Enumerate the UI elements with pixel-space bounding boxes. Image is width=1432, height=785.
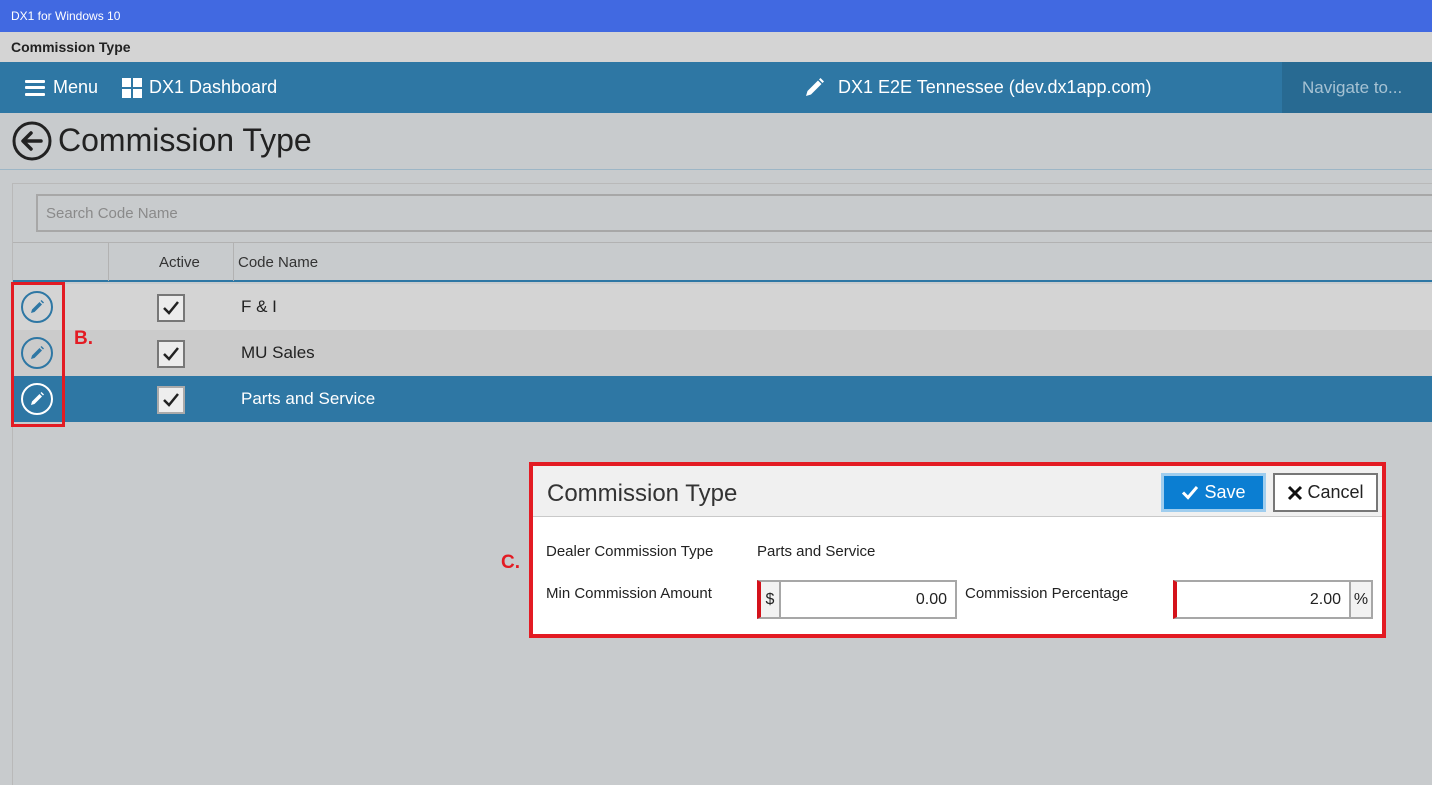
code-name-cell: Parts and Service	[241, 389, 376, 408]
page-tab-title: Commission Type	[11, 39, 131, 55]
annotation-box-b	[11, 282, 65, 427]
table-header: Active Code Name	[13, 242, 1432, 282]
check-icon	[1182, 486, 1199, 500]
navigate-placeholder: Navigate to...	[1302, 77, 1403, 97]
search-input[interactable]	[36, 194, 1432, 232]
dealer-label: DX1 E2E Tennessee (dev.dx1app.com)	[838, 77, 1152, 97]
dialog-header: Commission Type Save Cancel	[533, 466, 1382, 517]
dashboard-button[interactable]: DX1 Dashboard	[122, 62, 277, 113]
active-checkbox[interactable]	[157, 294, 185, 322]
annotation-label-c: C.	[501, 552, 520, 573]
window-titlebar: DX1 for Windows 10	[0, 0, 1432, 32]
page-tab-bar: Commission Type	[0, 32, 1432, 62]
percent-suffix: %	[1349, 582, 1371, 617]
code-name-cell: MU Sales	[241, 343, 315, 362]
hamburger-icon	[25, 79, 45, 96]
column-header-active[interactable]: Active	[159, 254, 200, 271]
save-label: Save	[1204, 482, 1246, 502]
active-checkbox[interactable]	[157, 386, 185, 414]
check-icon	[163, 301, 179, 315]
cancel-label: Cancel	[1307, 482, 1364, 502]
pencil-icon	[803, 77, 825, 99]
min-commission-amount-field[interactable]: $	[757, 580, 957, 619]
commission-percentage-field[interactable]: %	[1173, 580, 1373, 619]
check-icon	[163, 393, 179, 407]
menu-button[interactable]: Menu	[25, 62, 98, 113]
save-button[interactable]: Save	[1161, 473, 1266, 512]
back-arrow-icon	[12, 121, 52, 161]
dealer-selector[interactable]: DX1 E2E Tennessee (dev.dx1app.com)	[803, 62, 1152, 113]
page-title: Commission Type	[58, 122, 312, 158]
close-icon	[1288, 485, 1303, 500]
commission-percentage-label: Commission Percentage	[965, 585, 1129, 602]
currency-prefix: $	[761, 582, 781, 617]
page-header: Commission Type	[0, 113, 1432, 170]
column-header-code-name[interactable]: Code Name	[238, 254, 318, 271]
code-name-cell: F & I	[241, 297, 277, 316]
navigate-to-field[interactable]: Navigate to...	[1282, 62, 1432, 113]
dialog-title: Commission Type	[547, 480, 738, 507]
app-title: DX1 for Windows 10	[11, 9, 121, 23]
dashboard-label: DX1 Dashboard	[149, 77, 278, 97]
dealer-commission-type-value: Parts and Service	[757, 543, 876, 560]
commission-type-dialog: Commission Type Save Cancel Dealer Commi…	[529, 462, 1386, 638]
dealer-commission-type-label: Dealer Commission Type	[546, 543, 714, 560]
dashboard-grid-icon	[122, 77, 142, 98]
cancel-button[interactable]: Cancel	[1273, 473, 1378, 512]
min-commission-amount-input[interactable]	[783, 582, 955, 617]
min-commission-amount-label: Min Commission Amount	[546, 585, 712, 602]
commission-percentage-input[interactable]	[1177, 582, 1349, 617]
active-checkbox[interactable]	[157, 340, 185, 368]
menu-label: Menu	[53, 77, 99, 97]
check-icon	[163, 347, 179, 361]
table-row[interactable]: F & I	[13, 284, 1432, 330]
table-row[interactable]: MU Sales	[13, 330, 1432, 376]
top-navbar: Menu DX1 Dashboard DX1 E2E Tennessee (de…	[0, 62, 1432, 113]
back-button[interactable]	[12, 121, 52, 166]
table-row-selected[interactable]: Parts and Service	[13, 376, 1432, 422]
annotation-label-b: B.	[74, 328, 93, 349]
